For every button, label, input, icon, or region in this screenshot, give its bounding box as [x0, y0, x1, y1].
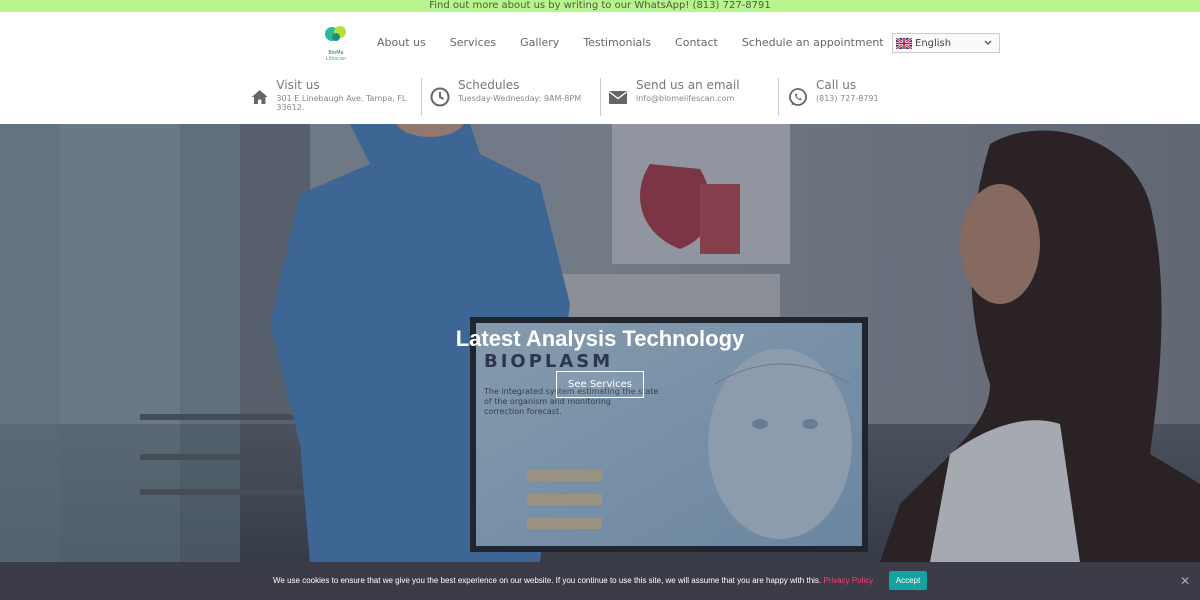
info-email-address: info@biomelifescan.com	[636, 94, 735, 103]
uk-flag-icon	[896, 37, 912, 49]
info-schedules-hours: Tuesday-Wednesday: 9AM-8PM	[458, 94, 582, 103]
info-schedules: Schedules Tuesday-Wednesday: 9AM-8PM	[429, 78, 597, 118]
accept-cookies-button[interactable]: Accept	[889, 571, 927, 590]
announcement-bar: Find out more about us by writing to our…	[0, 0, 1200, 12]
nav-services[interactable]: Services	[450, 36, 496, 49]
home-icon	[251, 89, 268, 105]
nav-gallery[interactable]: Gallery	[520, 36, 559, 49]
info-divider	[600, 78, 601, 116]
info-call[interactable]: Call us (813) 727-8791	[787, 78, 955, 118]
whatsapp-icon	[789, 88, 807, 106]
info-visit-title: Visit us	[276, 78, 320, 92]
info-divider	[421, 78, 422, 116]
nav-testimonials[interactable]: Testimonials	[583, 36, 651, 49]
info-call-number: (813) 727-8791	[816, 94, 879, 103]
site-header: BioMe Lifescan About us Services Gallery…	[0, 12, 1200, 124]
nav-contact[interactable]: Contact	[675, 36, 718, 49]
hero-section: BIOPLASM The integrated system estimatin…	[0, 124, 1200, 562]
svg-text:Lifescan: Lifescan	[326, 56, 347, 62]
info-email-title: Send us an email	[636, 78, 740, 92]
info-divider	[778, 78, 779, 116]
info-schedules-title: Schedules	[458, 78, 520, 92]
cookie-banner: We use cookies to ensure that we give yo…	[0, 562, 1200, 600]
cookie-message: We use cookies to ensure that we give yo…	[273, 576, 873, 585]
nav-schedule-appointment[interactable]: Schedule an appointment	[742, 36, 884, 49]
info-email[interactable]: Send us an email info@biomelifescan.com	[607, 78, 775, 118]
chevron-down-icon	[984, 40, 992, 45]
info-visit: Visit us 301 E Linebaugh Ave. Tampa, FL …	[250, 78, 418, 118]
hero-title: Latest Analysis Technology	[455, 326, 745, 351]
close-icon[interactable]: ✕	[1180, 574, 1190, 588]
site-logo[interactable]: BioMe Lifescan	[320, 24, 352, 64]
info-call-title: Call us	[816, 78, 857, 92]
cookie-text: We use cookies to ensure that we give yo…	[273, 576, 822, 585]
see-services-button[interactable]: See Services	[556, 371, 644, 398]
language-select[interactable]: English	[892, 33, 1000, 53]
clock-icon	[430, 87, 450, 107]
announcement-text: Find out more about us by writing to our…	[429, 0, 771, 11]
envelope-icon	[609, 91, 627, 104]
privacy-policy-link[interactable]: Privacy Policy	[823, 576, 873, 585]
language-label: English	[915, 37, 952, 49]
main-nav: About us Services Gallery Testimonials C…	[377, 36, 908, 49]
nav-about-us[interactable]: About us	[377, 36, 426, 49]
info-visit-address: 301 E Linebaugh Ave. Tampa, FL 33612.	[276, 94, 407, 112]
